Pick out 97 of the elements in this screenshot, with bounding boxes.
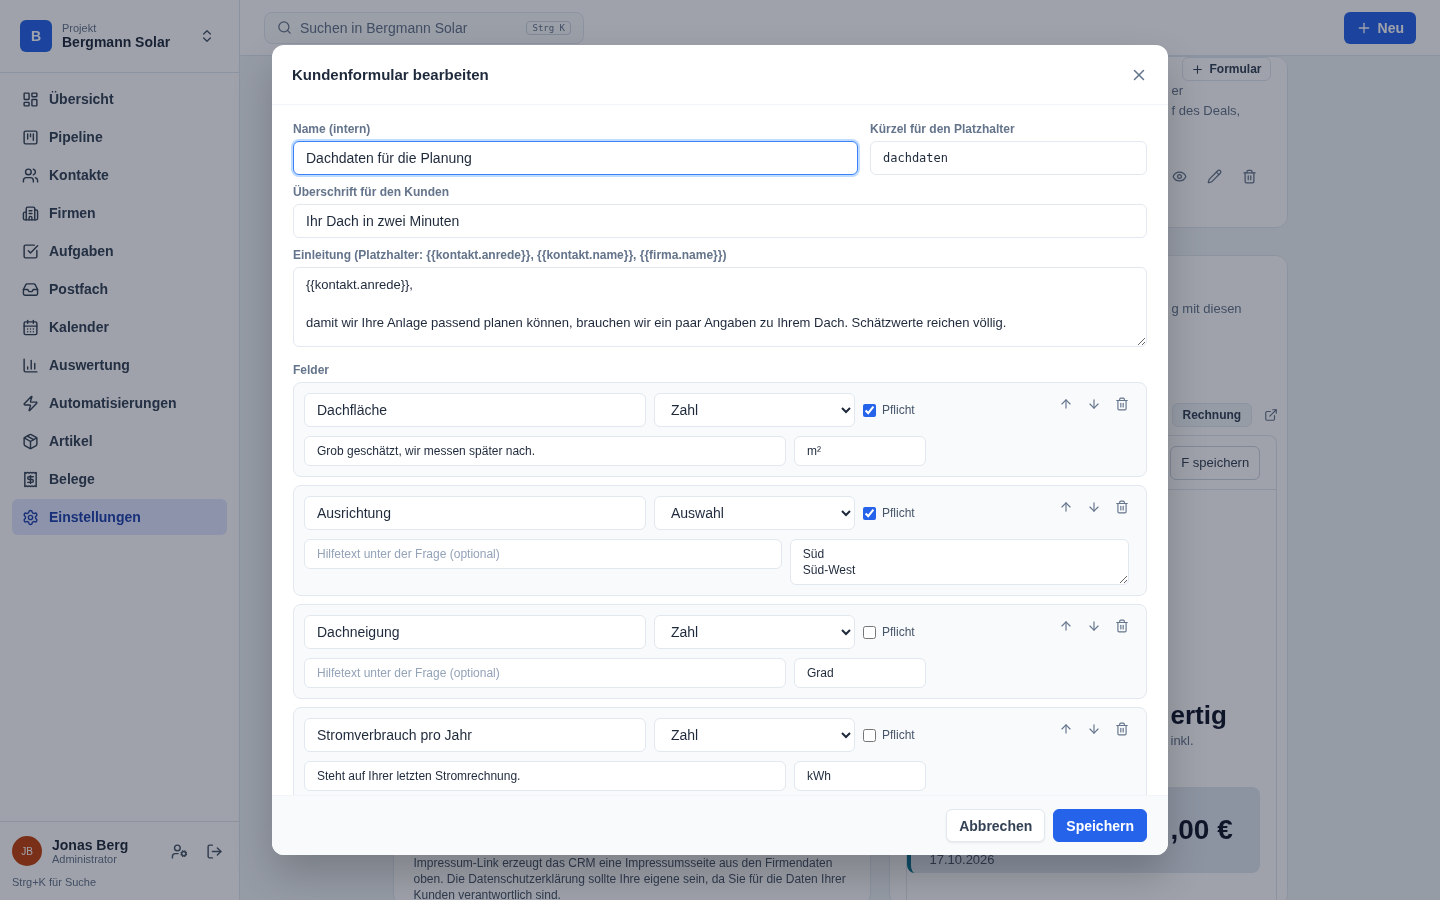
unit-field[interactable]: m²	[794, 436, 926, 466]
field-label: Überschrift für den Kunden	[293, 185, 450, 199]
required-label: Pflicht	[882, 625, 915, 639]
unit-field[interactable]: Grad	[794, 658, 926, 688]
package-icon	[22, 432, 39, 450]
type-select[interactable]: Zahl	[654, 393, 855, 427]
type-select[interactable]: Zahl	[654, 615, 855, 649]
kanban-icon	[22, 128, 39, 146]
arrow-up-icon[interactable]	[1059, 722, 1073, 736]
preview-subtext: inkl.	[1170, 732, 1195, 750]
trash-icon[interactable]	[1241, 169, 1257, 184]
nav-item[interactable]: Einstellungen	[12, 499, 227, 535]
legal-note: Impressum-Link erzeugt das CRM eine Impressumsseite aus den Firmendaten oben. Die Datenschutzerklärung sollte Ihre eigene sein, da Sie für die Daten Ihrer Kunden verantwortlich sind.	[413, 855, 847, 900]
bar-chart-icon	[22, 356, 39, 374]
description-text: f des Deals,	[1171, 102, 1242, 120]
required-label: Pflicht	[882, 506, 915, 520]
project-logo: B	[20, 20, 52, 52]
arrow-up-icon[interactable]	[1059, 500, 1073, 514]
field-name-input[interactable]: Stromverbrauch pro Jahr	[304, 718, 646, 752]
help-text-field[interactable]: Hilfetext unter der Frage (optional)	[304, 539, 782, 569]
help-text-field[interactable]: Hilfetext unter der Frage (optional)	[304, 658, 786, 688]
nav-item[interactable]: Kontakte	[12, 157, 227, 193]
cancel-button[interactable]: Abbrechen	[946, 809, 1046, 842]
add-form-button[interactable]: Formular	[1182, 57, 1271, 81]
arrow-up-icon[interactable]	[1059, 619, 1073, 633]
nav-item[interactable]: Pipeline	[12, 119, 227, 155]
lightning-icon	[22, 394, 39, 412]
field-label: Name (intern)	[293, 122, 372, 136]
arrow-down-icon[interactable]	[1087, 722, 1101, 736]
project-name[interactable]: Bergmann Solar	[62, 34, 185, 50]
settings-icon	[22, 508, 39, 526]
user-role: Administrator	[52, 853, 118, 865]
receipt-icon	[22, 470, 39, 488]
inbox-icon	[22, 280, 39, 298]
type-select[interactable]: Zahl	[654, 718, 855, 752]
field-name-input[interactable]: Dachneigung	[304, 615, 646, 649]
arrow-up-icon[interactable]	[1059, 397, 1073, 411]
trash-icon[interactable]	[1115, 397, 1129, 411]
required-checkbox[interactable]	[863, 625, 876, 639]
search-icon	[277, 20, 292, 35]
required-checkbox[interactable]	[863, 506, 876, 520]
nav-item[interactable]: Artikel	[12, 423, 227, 459]
description-text: er	[1171, 82, 1185, 100]
options-field[interactable]: Süd Süd-West	[789, 539, 1129, 585]
eye-icon[interactable]	[1171, 169, 1187, 184]
save-button[interactable]: Speichern	[1053, 809, 1147, 842]
field-label: Einleitung (Platzhalter: {{kontakt.anrede}}, {{kontakt.name}}, {{firma.name}})	[293, 248, 728, 262]
arrow-down-icon[interactable]	[1087, 619, 1101, 633]
external-link-icon[interactable]	[1264, 408, 1279, 422]
field-name-input[interactable]: Dachfläche	[304, 393, 646, 427]
building-icon	[22, 204, 39, 222]
trash-icon[interactable]	[1115, 500, 1129, 514]
heading-field[interactable]: Ihr Dach in zwei Minuten	[293, 204, 1147, 238]
required-label: Pflicht	[882, 728, 915, 742]
invoice-tab[interactable]: Rechnung	[1171, 403, 1253, 427]
arrow-down-icon[interactable]	[1087, 397, 1101, 411]
user-name: Jonas Berg	[52, 837, 130, 853]
section-label: Felder	[293, 363, 330, 377]
type-select[interactable]: Auswahl	[654, 496, 855, 530]
nav-item[interactable]: Kalender	[12, 309, 227, 345]
preview-heading: ertig	[1170, 700, 1228, 731]
user-avatar: JB	[12, 836, 42, 866]
search-hint: Strg+K für Suche	[12, 876, 98, 888]
trash-icon[interactable]	[1115, 722, 1129, 736]
dashboard-icon	[22, 90, 39, 108]
shortcut-badge: Strg K	[526, 20, 571, 35]
pencil-icon[interactable]	[1206, 169, 1222, 184]
checkbox-icon	[22, 242, 39, 260]
field-name-input[interactable]: Ausrichtung	[304, 496, 646, 530]
nav-item[interactable]: Postfach	[12, 271, 227, 307]
project-label: Projekt	[62, 22, 98, 34]
nav-item[interactable]: Firmen	[12, 195, 227, 231]
calendar-icon	[22, 318, 39, 336]
required-checkbox[interactable]	[863, 728, 876, 742]
save-pdf-button[interactable]: F speichern	[1170, 445, 1261, 480]
dialog-title: Kundenformular bearbeiten	[292, 66, 489, 83]
unit-field[interactable]: kWh	[794, 761, 926, 791]
date-text: 17.10.2026	[928, 852, 996, 869]
nav-item[interactable]: Übersicht	[12, 81, 227, 117]
amount-text: ,00 €	[1170, 814, 1234, 846]
users-icon	[22, 166, 39, 184]
required-checkbox[interactable]	[863, 403, 876, 417]
field-label: Kürzel für den Platzhalter	[870, 122, 1016, 136]
plus-icon	[1191, 62, 1205, 76]
trash-icon[interactable]	[1115, 619, 1129, 633]
help-text-field[interactable]: Grob geschätzt, wir messen später nach.	[304, 436, 786, 466]
name-field[interactable]: Dachdaten für die Planung	[293, 141, 858, 175]
required-label: Pflicht	[882, 403, 915, 417]
nav-item[interactable]: Aufgaben	[12, 233, 227, 269]
intro-field[interactable]: {{kontakt.anrede}}, damit wir Ihre Anlage passend planen können, brauchen wir ein paar Angaben zu Ihrem Dach. Schätzwerte reichen völlig.	[293, 267, 1147, 347]
nav-item[interactable]: Belege	[12, 461, 227, 497]
arrow-down-icon[interactable]	[1087, 500, 1101, 514]
slug-field[interactable]: dachdaten	[870, 141, 1147, 175]
help-text-field[interactable]: Steht auf Ihrer letzten Stromrechnung.	[304, 761, 786, 791]
nav-item[interactable]: Automatisierungen	[12, 385, 227, 421]
nav-item[interactable]: Auswertung	[12, 347, 227, 383]
description-text: g mit diesen	[1171, 300, 1243, 318]
